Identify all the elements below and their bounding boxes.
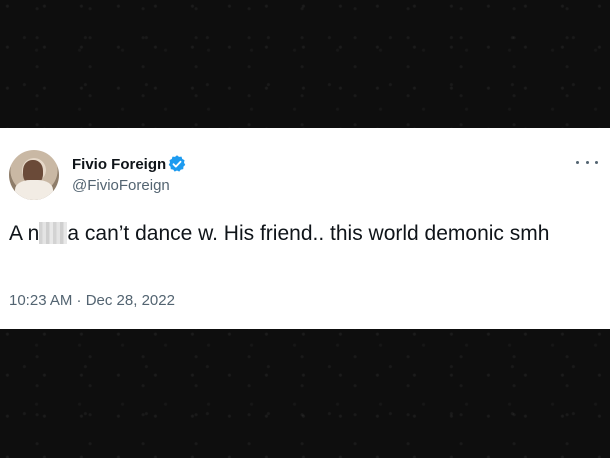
tweet-text: A n a can’t dance w. His friend.. this wo… xyxy=(9,220,599,248)
censor-pixelation xyxy=(39,222,68,244)
more-dot-icon xyxy=(576,160,579,164)
timestamp-link[interactable]: 10:23 AM · Dec 28, 2022 xyxy=(9,292,175,309)
avatar-body xyxy=(15,180,53,200)
more-options-button[interactable] xyxy=(576,154,598,170)
tweet-text-part2: a can’t dance w. His friend.. this world… xyxy=(67,222,550,245)
display-name[interactable]: Fivio Foreign xyxy=(72,156,166,173)
avatar[interactable] xyxy=(9,150,59,200)
verified-badge-icon xyxy=(168,155,186,172)
tweet-text-part1: A n xyxy=(9,222,40,245)
tweet-card[interactable]: Fivio Foreign @FivioForeign A n a can’t d… xyxy=(0,128,610,329)
more-dot-icon xyxy=(595,160,598,164)
more-dot-icon xyxy=(585,160,589,164)
handle[interactable]: @FivioForeign xyxy=(72,177,170,194)
